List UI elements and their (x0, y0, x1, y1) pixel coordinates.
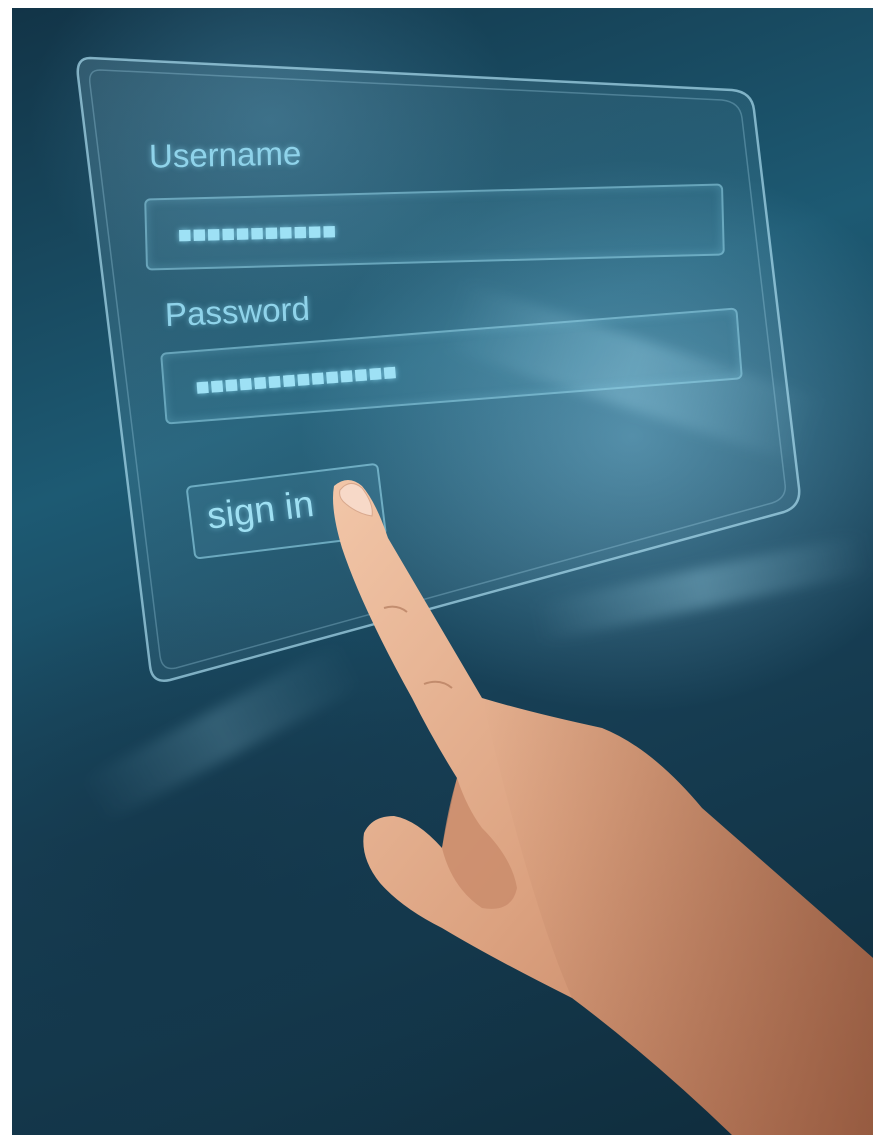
photo-frame: Username ■■■■■■■■■■■ Password ■■■■■■■■■■… (12, 8, 873, 1135)
pointing-hand (333, 480, 873, 1135)
